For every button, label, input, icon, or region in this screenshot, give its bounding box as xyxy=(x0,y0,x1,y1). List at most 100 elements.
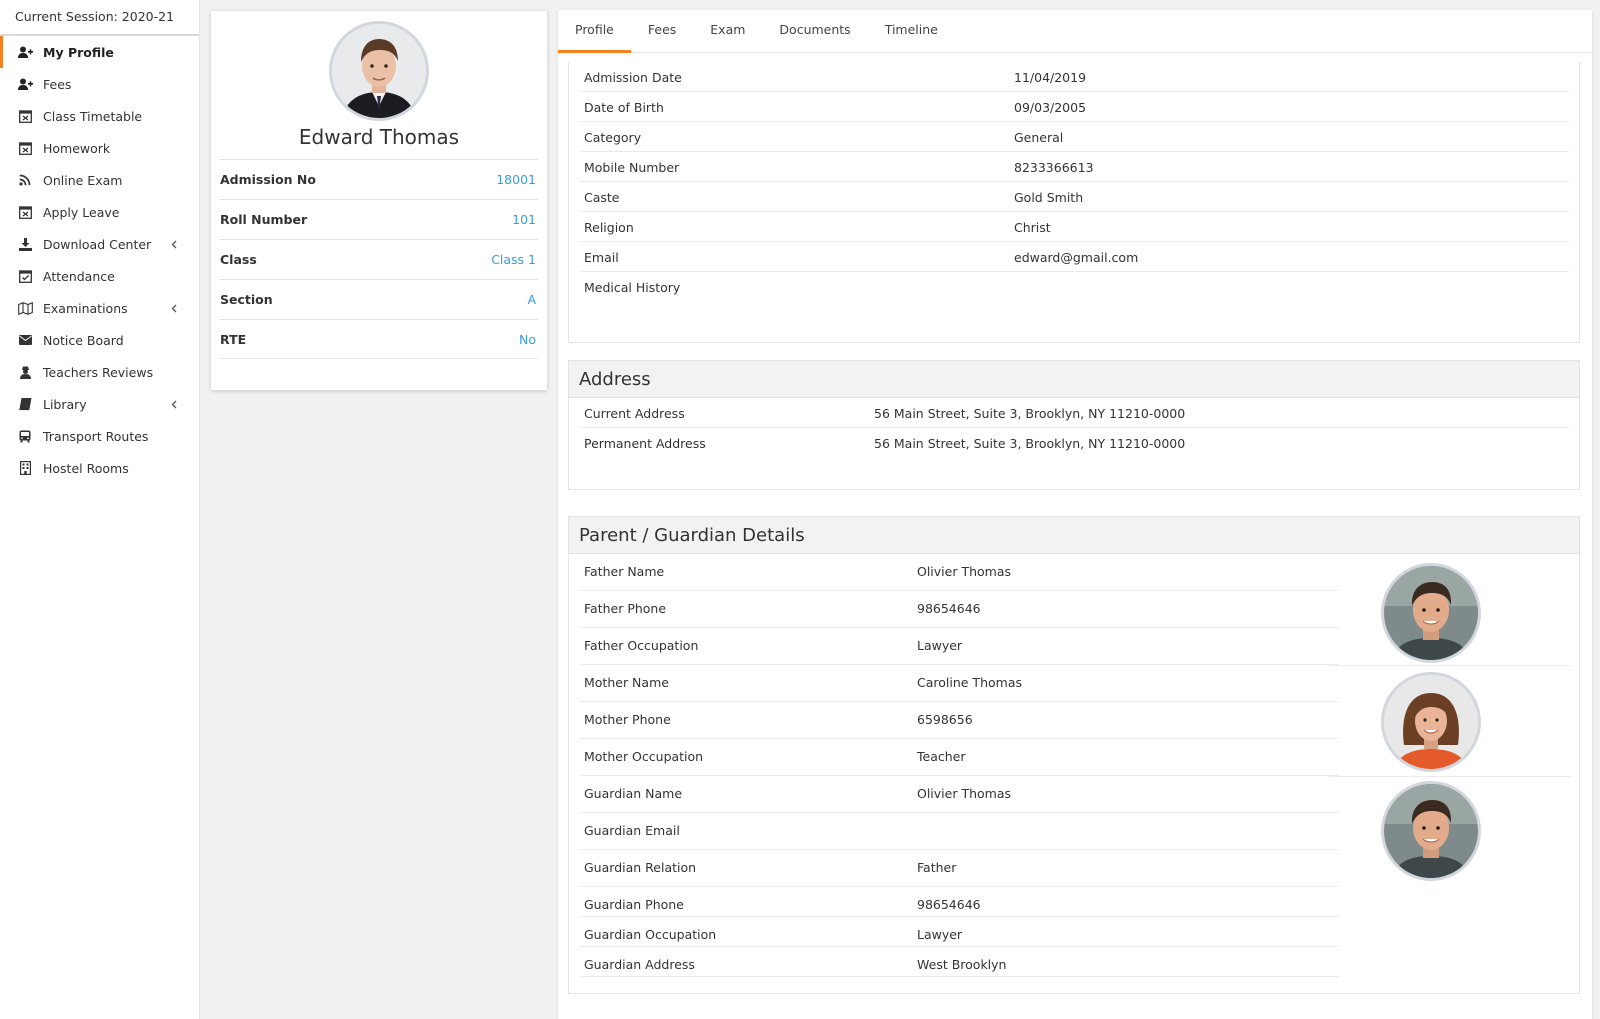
building-icon xyxy=(17,460,33,476)
guardian-value: 6598656 xyxy=(917,712,973,727)
calendar-x-icon xyxy=(17,140,33,156)
address-box: Address Current Address 56 Main Street, S… xyxy=(568,360,1580,490)
divider xyxy=(1329,665,1571,666)
detail-row: Date of Birth 09/03/2005 xyxy=(579,92,1569,122)
guardian-value: Lawyer xyxy=(917,927,963,942)
profile-row-section: Section A xyxy=(220,279,538,319)
sidebar-item-download-center[interactable]: Download Center xyxy=(0,228,199,260)
detail-value: 11/04/2019 xyxy=(1014,70,1087,85)
detail-label: Medical History xyxy=(584,280,681,295)
father-avatar xyxy=(1381,563,1481,663)
calendar-x-icon xyxy=(17,204,33,220)
profile-info-list: Admission No 18001 Roll Number 101 Class… xyxy=(220,159,538,359)
sidebar-item-library[interactable]: Library xyxy=(0,388,199,420)
detail-label: Admission Date xyxy=(584,70,682,85)
field-label: Admission No xyxy=(220,172,316,187)
sidebar-item-label: Attendance xyxy=(43,268,115,284)
guardian-value: Caroline Thomas xyxy=(917,675,1022,690)
divider xyxy=(1329,776,1571,777)
field-label: Roll Number xyxy=(220,212,308,227)
sidebar-item-label: Class Timetable xyxy=(43,108,143,124)
detail-value: 09/03/2005 xyxy=(1014,100,1087,115)
sidebar-item-label: Homework xyxy=(43,140,111,156)
profile-tabs: Profile Fees Exam Documents Timeline xyxy=(558,10,1592,53)
detail-value: edward@gmail.com xyxy=(1014,250,1139,265)
sidebar-item-my-profile[interactable]: My Profile xyxy=(0,36,199,68)
guardian-label: Guardian Email xyxy=(584,823,680,838)
sidebar-item-transport-routes[interactable]: Transport Routes xyxy=(0,420,199,452)
tab-exam[interactable]: Exam xyxy=(693,10,762,53)
guardian-label: Guardian Relation xyxy=(584,860,697,875)
detail-row: Category General xyxy=(579,122,1569,152)
download-icon xyxy=(17,236,33,252)
sidebar-item-notice-board[interactable]: Notice Board xyxy=(0,324,199,356)
current-session: Current Session: 2020-21 xyxy=(0,0,199,36)
mother-avatar xyxy=(1381,672,1481,772)
address-row: Permanent Address 56 Main Street, Suite 3… xyxy=(579,428,1569,458)
guardian-label: Father Phone xyxy=(584,601,667,616)
guardian-row: Mother Phone 6598656 xyxy=(579,702,1339,739)
address-value: 56 Main Street, Suite 3, Brooklyn, NY 11… xyxy=(874,406,1186,421)
sidebar-item-homework[interactable]: Homework xyxy=(0,132,199,164)
address-value: 56 Main Street, Suite 3, Brooklyn, NY 11… xyxy=(874,436,1186,451)
sidebar: Current Session: 2020-21 My Profile Fees… xyxy=(0,0,200,1019)
detail-row: Medical History xyxy=(579,272,1569,302)
field-value: Class 1 xyxy=(491,252,536,267)
guardian-row: Guardian Address West Brooklyn xyxy=(579,947,1339,977)
detail-label: Date of Birth xyxy=(584,100,664,115)
sidebar-item-apply-leave[interactable]: Apply Leave xyxy=(0,196,199,228)
tab-profile[interactable]: Profile xyxy=(558,10,631,53)
sidebar-item-teachers-reviews[interactable]: Teachers Reviews xyxy=(0,356,199,388)
field-value: 101 xyxy=(512,212,536,227)
sidebar-item-label: Library xyxy=(43,396,87,412)
detail-value: Gold Smith xyxy=(1014,190,1084,205)
detail-row: Religion Christ xyxy=(579,212,1569,242)
guardian-row: Father Phone 98654646 xyxy=(579,591,1339,628)
profile-content-panel: Profile Fees Exam Documents Timeline Adm… xyxy=(558,10,1592,1019)
sidebar-item-fees[interactable]: Fees xyxy=(0,68,199,100)
sidebar-item-label: Transport Routes xyxy=(43,428,149,444)
guardian-value: 98654646 xyxy=(917,897,981,912)
detail-label: Religion xyxy=(584,220,634,235)
sidebar-item-online-exam[interactable]: Online Exam xyxy=(0,164,199,196)
guardian-value: 98654646 xyxy=(917,601,981,616)
guardian-box: Parent / Guardian Details Father Name Oli… xyxy=(568,516,1580,994)
guardian-value: Father xyxy=(917,860,957,875)
profile-row-roll-number: Roll Number 101 xyxy=(220,199,538,239)
user-secret-icon xyxy=(17,364,33,380)
sidebar-item-hostel-rooms[interactable]: Hostel Rooms xyxy=(0,452,199,484)
detail-label: Mobile Number xyxy=(584,160,680,175)
tab-timeline[interactable]: Timeline xyxy=(868,10,955,53)
address-label: Current Address xyxy=(584,406,685,421)
bus-icon xyxy=(17,428,33,444)
book-icon xyxy=(17,396,33,412)
address-label: Permanent Address xyxy=(584,436,706,451)
sidebar-item-class-timetable[interactable]: Class Timetable xyxy=(0,100,199,132)
chevron-left-icon[interactable] xyxy=(167,237,181,251)
field-label: Class xyxy=(220,252,257,267)
sidebar-item-examinations[interactable]: Examinations xyxy=(0,292,199,324)
guardian-row: Father Occupation Lawyer xyxy=(579,628,1339,665)
detail-row: Caste Gold Smith xyxy=(579,182,1569,212)
address-title: Address xyxy=(569,361,1579,398)
guardian-row: Mother Name Caroline Thomas xyxy=(579,665,1339,702)
chevron-left-icon[interactable] xyxy=(167,397,181,411)
guardian-row: Guardian Relation Father xyxy=(579,850,1339,887)
guardian-label: Mother Phone xyxy=(584,712,671,727)
guardian-avatar xyxy=(1381,781,1481,881)
sidebar-item-attendance[interactable]: Attendance xyxy=(0,260,199,292)
profile-row-admission-no: Admission No 18001 xyxy=(220,159,538,199)
sidebar-item-label: Online Exam xyxy=(43,172,123,188)
profile-row-class: Class Class 1 xyxy=(220,239,538,279)
chevron-left-icon[interactable] xyxy=(167,301,181,315)
tab-documents[interactable]: Documents xyxy=(762,10,867,53)
envelope-icon xyxy=(17,332,33,348)
guardian-title: Parent / Guardian Details xyxy=(569,517,1579,554)
sidebar-item-label: Examinations xyxy=(43,300,128,316)
detail-label: Email xyxy=(584,250,619,265)
calendar-check-icon xyxy=(17,268,33,284)
tab-fees[interactable]: Fees xyxy=(631,10,693,53)
map-icon xyxy=(17,300,33,316)
sidebar-item-label: Fees xyxy=(43,76,72,92)
detail-row: Email edward@gmail.com xyxy=(579,242,1569,272)
